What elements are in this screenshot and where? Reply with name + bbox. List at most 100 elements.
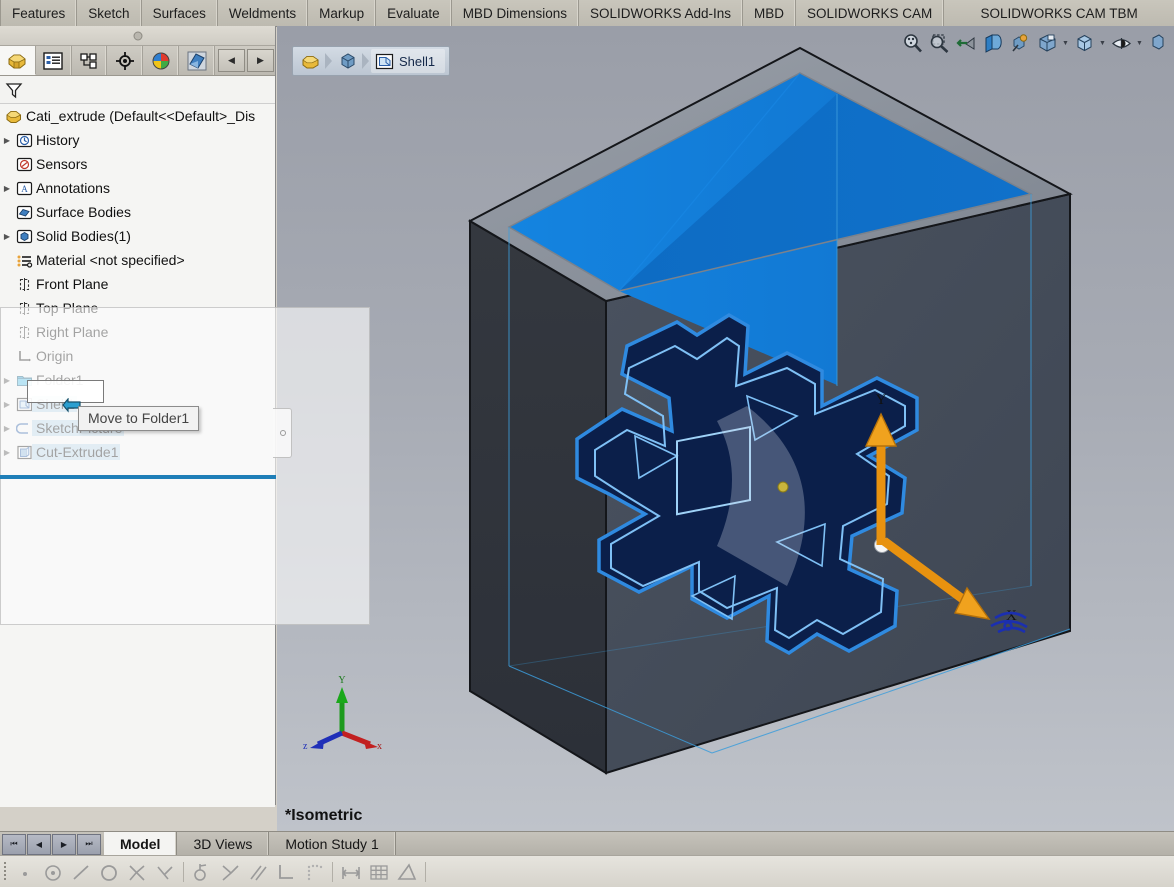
view-settings-button[interactable] [1146,31,1170,55]
nav-last-button[interactable]: ⏭ [77,833,101,855]
midpoint-tool[interactable] [151,858,179,886]
manager-tab-strip: ◀ ▶ [0,46,275,76]
angle-tool[interactable] [393,858,421,886]
dimension-tool[interactable] [337,858,365,886]
grid-tool[interactable] [365,858,393,886]
parallel-tool[interactable] [244,858,272,886]
ribbon-tab-solidworks-cam[interactable]: SOLIDWORKS CAM [796,0,945,26]
zoom-area-icon [930,33,948,53]
configuration-manager-tab[interactable] [72,46,108,75]
display-style-button[interactable] [1035,31,1059,55]
tangent-icon [194,863,207,881]
ribbon-tab-solidworks-cam-tbm[interactable]: SOLIDWORKS CAM TBM [944,0,1174,26]
parallel-icon [250,865,267,880]
breadcrumb-part[interactable] [297,49,325,73]
hide-show-caret-icon[interactable]: ▼ [1099,40,1106,47]
expand-arrow-icon[interactable]: ▶ [0,424,14,433]
expand-arrow-icon[interactable]: ▶ [0,376,14,385]
view-orientation-button[interactable] [1008,31,1032,55]
ribbon-tab-sketch[interactable]: Sketch [77,0,142,26]
previous-view-button[interactable] [954,31,978,55]
tree-item-history[interactable]: ▶ History [0,128,275,152]
tree-root-item[interactable]: Cati_extrude (Default<<Default>_Dis [0,104,275,128]
equal-tool[interactable] [216,858,244,886]
zoom-to-area-button[interactable] [927,31,951,55]
breadcrumb-shell1[interactable]: Shell1 [371,49,446,73]
display-style-caret-icon[interactable]: ▼ [1062,40,1069,47]
ribbon-tab-features[interactable]: Features [0,0,78,26]
apply-scene-caret-icon[interactable]: ▼ [1136,40,1143,47]
section-view-button[interactable] [981,31,1005,55]
tree-item-surface-bodies[interactable]: Surface Bodies [0,200,275,224]
target-icon [115,51,134,70]
solid-bodies-icon [14,229,34,244]
triad-x-label: x [377,741,382,751]
property-manager-tab[interactable] [36,46,72,75]
expand-arrow-icon[interactable]: ▶ [0,136,14,145]
drop-position-indicator [0,475,276,479]
tree-item-solid-bodies[interactable]: ▶ Solid Bodies(1) [0,224,275,248]
sketch-relations-status-bar [0,855,1174,887]
ribbon-tab-surfaces[interactable]: Surfaces [142,0,218,26]
expand-arrow-icon[interactable]: ▶ [0,400,14,409]
dimxpert-manager-tab[interactable] [107,46,144,75]
ribbon-tab-mbd[interactable]: MBD [743,0,797,26]
point-tool[interactable] [11,858,39,886]
ribbon-tab-markup[interactable]: Markup [308,0,377,26]
tree-item-material[interactable]: Material <not specified> [0,248,275,272]
tree-item-right-plane[interactable]: Right Plane [0,320,275,344]
tab-3d-views[interactable]: 3D Views [177,832,270,856]
sketch-origin-point [777,481,789,493]
pattern-icon [307,864,323,880]
breadcrumb-body[interactable] [334,49,362,73]
hide-show-items-button[interactable] [1072,31,1096,55]
pattern-tool[interactable] [300,858,328,886]
tab-motion-study-1[interactable]: Motion Study 1 [269,832,396,856]
ribbon-tab-mbd-dimensions[interactable]: MBD Dimensions [452,0,579,26]
manager-tab-next-button[interactable]: ▶ [246,49,274,72]
expand-arrow-icon[interactable]: ▶ [0,232,14,241]
nav-next-button[interactable]: ▶ [52,833,76,855]
drag-tooltip: Move to Folder1 [78,406,200,431]
expand-arrow-icon[interactable]: ▶ [0,184,14,193]
tree-root-label: Cati_extrude (Default<<Default>_Dis [26,108,256,124]
cut-extrude-icon [14,445,34,460]
tree-filter-bar[interactable] [0,76,275,104]
zoom-to-fit-button[interactable] [900,31,924,55]
view-heads-up-toolbar: ▼ ▼ ▼ [900,29,1170,57]
splitter-grip-icon [133,31,142,40]
toolbar-grip-icon[interactable] [1,861,11,883]
manager-tab-prev-button[interactable]: ◀ [217,49,245,72]
nav-prev-button[interactable]: ◀ [27,833,51,855]
circle-tool[interactable] [95,858,123,886]
tree-item-front-plane[interactable]: Front Plane [0,272,275,296]
nav-first-button[interactable]: ⏮ [2,833,26,855]
tree-item-cut-extrude1[interactable]: ▶ Cut-Extrude1 [0,440,275,464]
y-axis-label: Y [876,392,887,408]
apply-scene-button[interactable] [1109,31,1133,55]
display-manager-tab[interactable] [143,46,180,75]
ribbon-tab-weldments[interactable]: Weldments [218,0,309,26]
expand-arrow-icon[interactable]: ▶ [0,448,14,457]
cam-feature-tree-tab[interactable] [179,46,215,75]
tree-item-annotations[interactable]: ▶ A Annotations [0,176,275,200]
tab-model[interactable]: Model [104,832,178,856]
concentric-tool[interactable] [39,858,67,886]
ribbon-tab-solidworks-add-ins[interactable]: SOLIDWORKS Add-Ins [579,0,744,26]
breadcrumb[interactable]: Shell1 [292,46,451,76]
tangent-tool[interactable] [188,858,216,886]
tree-item-top-plane[interactable]: Top Plane [0,296,275,320]
line-tool[interactable] [67,858,95,886]
scene-eye-icon [1111,37,1131,49]
tree-item-label: History [36,132,80,148]
zoom-to-fit-icon [903,33,922,52]
ribbon-tab-evaluate[interactable]: Evaluate [376,0,452,26]
coincident-tool[interactable] [123,858,151,886]
feature-manager-tab[interactable] [0,46,36,75]
graphics-viewport[interactable]: Y X Shell1 ▼ ▼ ▼ Y x z *Isometric [277,26,1174,831]
panel-splitter-strip[interactable] [0,26,275,46]
feature-tree: Cati_extrude (Default<<Default>_Dis ▶ Hi… [0,104,275,807]
tree-item-origin[interactable]: Origin [0,344,275,368]
tree-item-sensors[interactable]: Sensors [0,152,275,176]
perpendicular-tool[interactable] [272,858,300,886]
